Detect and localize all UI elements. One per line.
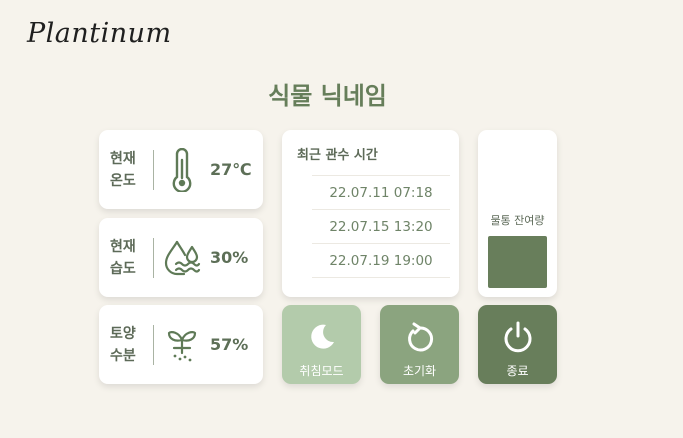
temperature-label: 현재 온도 [110,150,136,189]
sprout-icon [163,323,201,367]
watering-time-row: 22.07.15 13:20 [312,209,450,243]
reset-label: 초기화 [402,364,437,378]
power-icon [502,320,534,354]
humidity-icon [163,236,201,280]
sleep-mode-label: 취침모드 [299,364,344,378]
humidity-value: 30% [210,248,249,267]
watering-time-row: 22.07.11 07:18 [312,175,450,209]
reset-button[interactable]: 초기화 [380,305,459,384]
thermometer-icon [163,147,201,192]
soil-moisture-value: 57% [210,335,249,354]
water-tank-card: 물통 잔여량 [478,130,557,297]
temperature-value: 27℃ [210,160,252,179]
app-logo: Plantinum [27,18,172,49]
divider [153,237,154,278]
moon-icon [307,320,337,354]
divider [153,149,154,190]
watering-history-list: 22.07.11 07:18 22.07.15 13:20 22.07.19 1… [312,175,450,278]
reset-icon [404,320,436,354]
soil-moisture-label: 토양 수분 [110,325,136,364]
watering-time-row: 22.07.19 19:00 [312,243,450,278]
watering-history-title: 최근 관수 시간 [297,148,378,163]
plant-nickname-title: 식물 닉네임 [268,82,387,110]
sleep-mode-button[interactable]: 취침모드 [282,305,361,384]
watering-history-card: 최근 관수 시간 22.07.11 07:18 22.07.15 13:20 2… [282,130,459,297]
quit-label: 종료 [506,364,529,378]
water-tank-label: 물통 잔여량 [490,214,545,227]
humidity-label: 현재 습도 [110,238,136,277]
water-tank-level-gauge [488,236,547,288]
quit-button[interactable]: 종료 [478,305,557,384]
humidity-card: 현재 습도 30% [99,218,263,297]
soil-moisture-card: 토양 수분 57% [99,305,263,384]
divider [153,324,154,365]
temperature-card: 현재 온도 27℃ [99,130,263,209]
